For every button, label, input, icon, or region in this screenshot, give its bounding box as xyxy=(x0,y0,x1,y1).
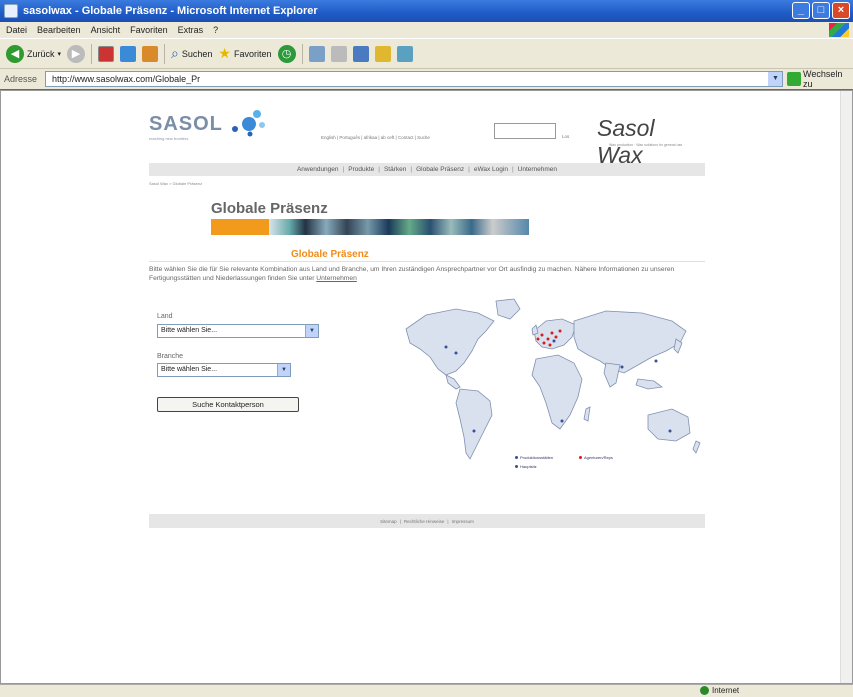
minimize-button[interactable]: _ xyxy=(792,2,810,19)
divider xyxy=(149,261,705,262)
unternehmen-link[interactable]: Unternehmen xyxy=(316,275,357,282)
footer-links: Sitemap | Rechtliche Hinweise | Impressu… xyxy=(149,514,705,528)
legend-dot-icon xyxy=(515,456,518,459)
breadcrumb[interactable]: Sasol Wax > Globale Präsenz xyxy=(149,181,202,186)
header-banner-image xyxy=(211,219,529,235)
star-icon: ★ xyxy=(218,45,231,61)
section-subtitle: Globale Präsenz xyxy=(291,249,369,260)
search-button[interactable]: ⌕ Suchen xyxy=(171,45,212,62)
footer-legal[interactable]: Rechtliche Hinweise xyxy=(404,519,445,524)
go-arrow-icon xyxy=(787,72,802,86)
sasol-logo-icon xyxy=(232,110,265,137)
address-dropdown-icon[interactable]: ▼ xyxy=(768,72,783,86)
folder-icon[interactable] xyxy=(374,45,391,62)
nav-globale-praesenz[interactable]: Globale Präsenz xyxy=(416,166,464,173)
menu-favorites[interactable]: Favoriten xyxy=(130,25,168,35)
toolbar-separator xyxy=(301,43,303,64)
site-search-go-link[interactable]: Los xyxy=(562,134,569,139)
chevron-down-icon[interactable]: ▼ xyxy=(277,364,290,376)
windows-logo-icon xyxy=(829,23,849,37)
toolbar-separator xyxy=(164,43,166,64)
menu-file[interactable]: Datei xyxy=(6,25,27,35)
menu-tools[interactable]: Extras xyxy=(178,25,204,35)
window-title: sasolwax - Globale Präsenz - Microsoft I… xyxy=(23,5,318,17)
intro-text: Bitte wählen Sie die für Sie relevante K… xyxy=(149,266,675,282)
history-icon[interactable]: ◷ xyxy=(277,44,296,63)
favorites-button[interactable]: ★ Favoriten xyxy=(218,45,271,62)
branche-select[interactable]: Bitte wählen Sie... ▼ xyxy=(157,363,291,377)
forward-arrow-icon[interactable]: ▶ xyxy=(67,44,86,63)
home-icon[interactable] xyxy=(142,45,159,62)
brand-logo: Sasol Wax xyxy=(597,115,655,168)
menu-bar: Datei Bearbeiten Ansicht Favoriten Extra… xyxy=(0,22,853,38)
vertical-scrollbar[interactable] xyxy=(840,91,852,683)
address-input[interactable]: http://www.sasolwax.com/Globale_Pr ▼ xyxy=(45,71,784,87)
search-icon: ⌕ xyxy=(171,45,179,61)
refresh-icon[interactable] xyxy=(120,45,137,62)
internet-zone-icon xyxy=(700,686,709,695)
nav-staerken[interactable]: Stärken xyxy=(384,166,406,173)
close-button[interactable]: × xyxy=(832,2,850,19)
address-label: Adresse xyxy=(4,74,38,84)
legend-dot-icon xyxy=(579,456,582,459)
address-bar: Adresse http://www.sasolwax.com/Globale_… xyxy=(0,68,853,89)
world-map[interactable] xyxy=(386,291,706,481)
sasol-logo[interactable]: SASOL reaching new frontiers xyxy=(149,113,223,141)
legend-dot-icon xyxy=(515,465,518,468)
site-search-input[interactable] xyxy=(494,123,556,139)
web-page: SASOL reaching new frontiers English | P… xyxy=(149,91,705,531)
toolbar-separator xyxy=(91,43,93,64)
mail-icon[interactable] xyxy=(308,45,325,62)
nav-unternehmen[interactable]: Unternehmen xyxy=(518,166,557,173)
toolbar: ◀ Zurück ▾ ▶ ⌕ Suchen ★ Favoriten ◷ xyxy=(0,38,853,68)
nav-produkte[interactable]: Produkte xyxy=(348,166,374,173)
back-dropdown-icon[interactable]: ▾ xyxy=(58,50,62,58)
top-links[interactable]: English | Português | afrikaa | ab ceft … xyxy=(321,135,430,140)
menu-help[interactable]: ? xyxy=(213,25,218,35)
footer-sitemap[interactable]: Sitemap xyxy=(380,519,397,524)
main-navigation: Anwendungen | Produkte | Stärken | Globa… xyxy=(149,163,705,176)
footer-imprint[interactable]: Impressum xyxy=(452,519,474,524)
nav-anwendungen[interactable]: Anwendungen xyxy=(297,166,339,173)
ie-icon xyxy=(4,4,18,18)
security-zone: Internet xyxy=(700,686,739,695)
land-label: Land xyxy=(157,313,173,320)
back-arrow-icon: ◀ xyxy=(6,44,24,63)
messenger-icon[interactable] xyxy=(396,45,413,62)
legend-agencies: Agenturen/Reps xyxy=(579,455,613,460)
menu-view[interactable]: Ansicht xyxy=(91,25,121,35)
legend-headquarters: Hauptsitz xyxy=(515,464,537,469)
edit-icon[interactable] xyxy=(352,45,369,62)
status-bar: Internet xyxy=(0,684,853,697)
brand-tagline: Wax production · Wax solutions for gener… xyxy=(609,143,683,147)
branche-label: Branche xyxy=(157,353,184,360)
go-button[interactable]: Wechseln zu xyxy=(787,69,853,89)
back-button[interactable]: ◀ Zurück ▾ xyxy=(6,44,62,63)
page-title: Globale Präsenz xyxy=(211,200,328,217)
legend-production: Produktionsstätten xyxy=(515,455,553,460)
chevron-down-icon[interactable]: ▼ xyxy=(305,325,318,337)
stop-icon[interactable] xyxy=(98,45,115,62)
window-title-bar: sasolwax - Globale Präsenz - Microsoft I… xyxy=(0,0,853,22)
maximize-button[interactable]: □ xyxy=(812,2,830,19)
print-icon[interactable] xyxy=(330,45,347,62)
address-url: http://www.sasolwax.com/Globale_Pr xyxy=(52,74,201,84)
search-contact-button[interactable]: Suche Kontaktperson xyxy=(157,397,299,412)
nav-ewax-login[interactable]: eWax Login xyxy=(474,166,508,173)
browser-viewport: SASOL reaching new frontiers English | P… xyxy=(0,90,853,684)
land-select[interactable]: Bitte wählen Sie... ▼ xyxy=(157,324,319,338)
menu-edit[interactable]: Bearbeiten xyxy=(37,25,81,35)
